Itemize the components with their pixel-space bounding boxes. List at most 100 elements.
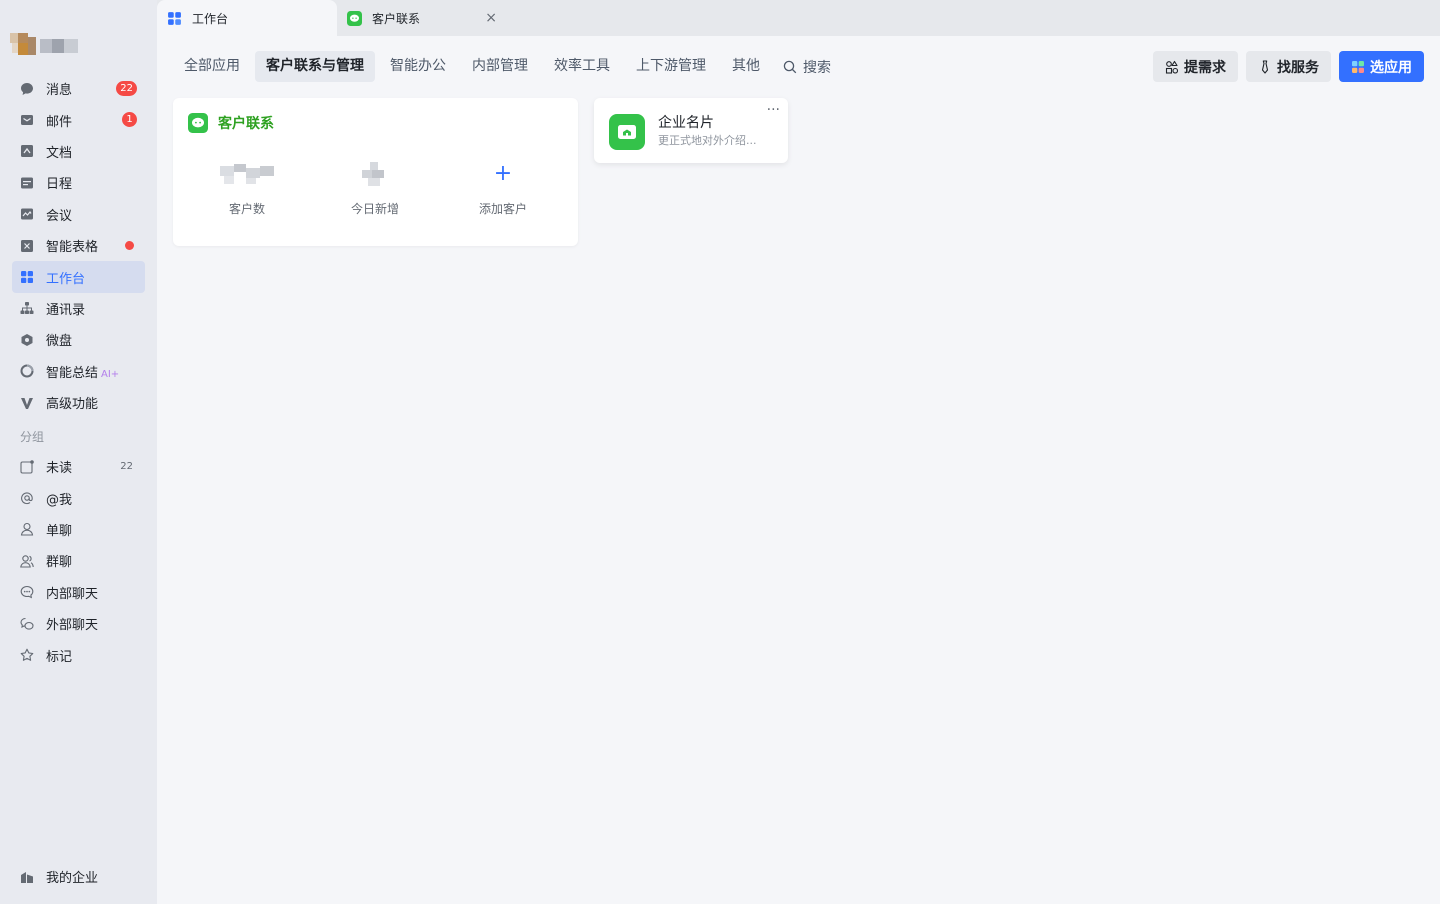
group-item-internal-chat[interactable]: 内部聊天 <box>12 577 145 608</box>
sidebar-item-label: 智能总结 AI+ <box>46 365 120 381</box>
sidebar-item-smart-sheet[interactable]: 智能表格 <box>12 230 145 261</box>
customer-contact-icon <box>347 10 362 26</box>
chat-bubble-icon <box>20 82 34 96</box>
stat-label: 今日新增 <box>350 202 399 216</box>
app-search-button[interactable]: 搜索 <box>775 51 839 82</box>
category-other[interactable]: 其他 <box>721 51 771 82</box>
redacted-value <box>362 162 388 186</box>
doc-icon <box>20 144 34 158</box>
sidebar: 消息 22 邮件 1 文档 日程 会议 智能表格 工作台 通讯录 微盘 智能总结… <box>0 0 157 904</box>
close-icon[interactable]: × <box>485 10 497 26</box>
sheet-icon <box>20 239 34 253</box>
app-grid-icon <box>1352 60 1364 73</box>
avatar[interactable] <box>10 33 80 61</box>
tab-workbench[interactable]: 工作台 <box>157 0 337 36</box>
sidebar-item-meeting[interactable]: 会议 <box>12 199 145 230</box>
group-item-unread[interactable]: 未读 22 <box>12 451 145 482</box>
sidebar-item-label: 文档 <box>46 145 73 161</box>
sidebar-item-workbench[interactable]: 工作台 <box>12 261 145 293</box>
sidebar-item-label: 消息 <box>46 83 73 99</box>
at-icon <box>20 491 34 505</box>
search-label: 搜索 <box>803 59 831 76</box>
tie-icon <box>1261 59 1269 74</box>
category-smart-office[interactable]: 智能办公 <box>379 51 457 82</box>
category-customer-management[interactable]: 客户联系与管理 <box>255 51 375 82</box>
workbench-icon <box>167 11 182 26</box>
sidebar-item-my-enterprise[interactable]: 我的企业 <box>12 861 145 892</box>
app-card-business-card[interactable]: 企业名片 更正式地对外介绍... ··· <box>594 98 788 163</box>
unread-badge: 22 <box>116 81 137 96</box>
select-app-button[interactable]: 选应用 <box>1339 51 1424 82</box>
group-item-label: 群聊 <box>46 555 73 571</box>
my-enterprise: 我的企业 <box>12 861 145 892</box>
ai-tag: AI+ <box>101 368 120 380</box>
group-item-mentions[interactable]: @我 <box>12 482 145 513</box>
sidebar-item-label: 我的企业 <box>46 871 99 887</box>
group-item-single-chat[interactable]: 单聊 <box>12 514 145 545</box>
group-item-label: 外部聊天 <box>46 618 99 634</box>
select-app-label: 选应用 <box>1370 59 1412 76</box>
tab-label: 工作台 <box>192 11 229 26</box>
drive-icon <box>20 333 34 347</box>
person-icon <box>20 522 34 537</box>
stat-value-redacted <box>315 160 435 188</box>
group-icon <box>20 554 34 568</box>
internal-chat-icon <box>20 585 34 599</box>
app-card-description: 更正式地对外介绍... <box>658 134 757 147</box>
group-item-external-chat[interactable]: 外部聊天 <box>12 608 145 639</box>
stat-value-redacted <box>187 160 307 188</box>
sidebar-item-smart-summary[interactable]: 智能总结 AI+ <box>12 356 145 387</box>
group-item-label: @我 <box>46 492 73 508</box>
external-chat-icon <box>20 617 34 631</box>
tab-bar: 工作台 客户联系 × <box>157 0 1440 36</box>
app-card-name: 企业名片 <box>658 115 714 131</box>
more-options-icon[interactable]: ··· <box>767 102 780 118</box>
category-all-apps[interactable]: 全部应用 <box>173 51 251 82</box>
stat-today-new[interactable]: 今日新增 <box>315 160 435 217</box>
sidebar-item-docs[interactable]: 文档 <box>12 136 145 167</box>
sidebar-item-drive[interactable]: 微盘 <box>12 324 145 355</box>
sidebar-item-label: 工作台 <box>46 271 86 287</box>
group-item-label: 内部聊天 <box>46 586 99 602</box>
sidebar-item-messages[interactable]: 消息 22 <box>12 73 145 104</box>
sidebar-item-mail[interactable]: 邮件 1 <box>12 104 145 135</box>
summary-icon <box>20 364 34 378</box>
customer-contact-icon <box>188 113 208 133</box>
request-icon <box>1165 60 1179 74</box>
request-label: 提需求 <box>1184 59 1226 76</box>
customer-contact-card[interactable]: 客户联系 客户数 今日新增 + 添加客户 <box>173 98 578 246</box>
sidebar-item-label: 日程 <box>46 177 73 193</box>
category-bar: 全部应用 客户联系与管理 智能办公 内部管理 效率工具 上下游管理 其他 搜索 <box>173 51 839 82</box>
group-item-starred[interactable]: 标记 <box>12 639 145 670</box>
business-card-icon <box>609 114 645 150</box>
group-item-group-chat[interactable]: 群聊 <box>12 545 145 576</box>
star-icon <box>20 648 34 662</box>
category-efficiency-tools[interactable]: 效率工具 <box>543 51 621 82</box>
tab-customer-contact[interactable]: 客户联系 × <box>337 0 507 36</box>
category-internal-management[interactable]: 内部管理 <box>461 51 539 82</box>
sidebar-item-calendar[interactable]: 日程 <box>12 167 145 198</box>
category-supply-chain[interactable]: 上下游管理 <box>625 51 717 82</box>
search-icon <box>783 60 797 73</box>
sidebar-item-contacts[interactable]: 通讯录 <box>12 293 145 324</box>
sidebar-item-advanced[interactable]: 高级功能 <box>12 387 145 418</box>
advanced-icon <box>20 396 34 410</box>
add-customer-button[interactable]: + 添加客户 <box>443 160 563 217</box>
sidebar-nav: 消息 22 邮件 1 文档 日程 会议 智能表格 工作台 通讯录 微盘 智能总结… <box>12 73 145 418</box>
request-button[interactable]: 提需求 <box>1153 51 1238 82</box>
find-service-button[interactable]: 找服务 <box>1246 51 1331 82</box>
sidebar-item-label: 通讯录 <box>46 302 86 318</box>
sidebar-item-label: 智能表格 <box>46 240 99 256</box>
add-customer-plus: + <box>443 160 563 188</box>
group-item-label: 标记 <box>46 649 73 665</box>
customer-contact-card-title: 客户联系 <box>218 116 274 132</box>
unread-count: 22 <box>120 461 133 472</box>
group-item-label: 单聊 <box>46 523 73 539</box>
meeting-icon <box>20 207 34 221</box>
find-service-label: 找服务 <box>1277 59 1319 76</box>
stat-customer-count[interactable]: 客户数 <box>187 160 307 217</box>
enterprise-icon <box>20 870 34 884</box>
plus-icon: + <box>493 161 513 186</box>
group-section-title: 分组 <box>20 430 45 444</box>
calendar-icon <box>20 176 34 190</box>
